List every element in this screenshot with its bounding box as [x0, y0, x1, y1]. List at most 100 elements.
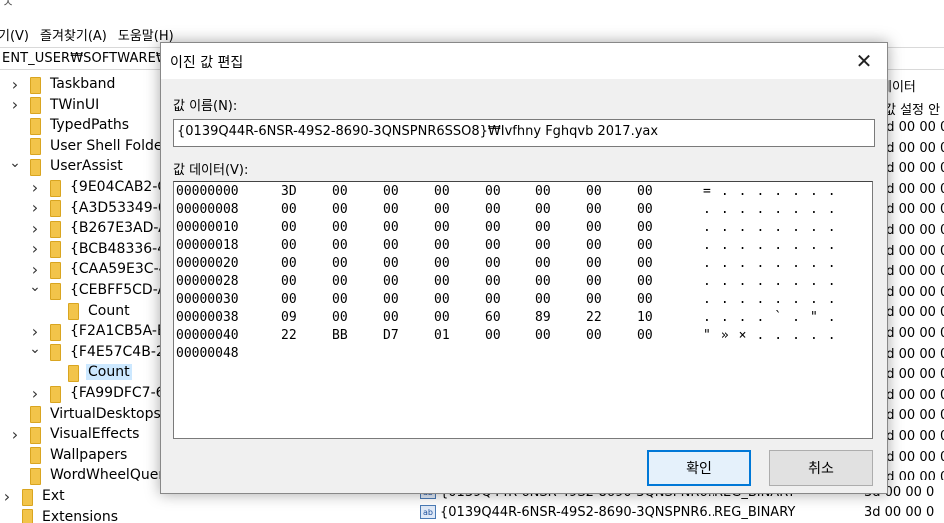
hex-byte[interactable]: 09	[281, 310, 297, 325]
hex-ascii[interactable]: =.......	[703, 184, 846, 199]
hex-ascii[interactable]: ........	[703, 292, 846, 307]
tree-node[interactable]: Count	[46, 301, 132, 321]
tree-node[interactable]: › {B267E3AD-A8	[28, 218, 179, 238]
hex-byte[interactable]: 00	[637, 292, 653, 307]
chevron-right-icon[interactable]: ›	[28, 178, 42, 197]
hex-byte[interactable]: 00	[637, 184, 653, 199]
hex-byte[interactable]: 60	[485, 310, 501, 325]
hex-byte[interactable]: 00	[485, 202, 501, 217]
chevron-right-icon[interactable]: ›	[28, 198, 42, 217]
hex-byte[interactable]: 00	[485, 256, 501, 271]
hex-byte[interactable]: 00	[586, 274, 602, 289]
hex-byte[interactable]: 00	[434, 202, 450, 217]
chevron-right-icon[interactable]: ›	[28, 219, 42, 238]
hex-ascii[interactable]: ........	[703, 202, 846, 217]
hex-byte[interactable]: 00	[535, 202, 551, 217]
tree-node[interactable]: User Shell Folders	[8, 136, 178, 156]
tree-node[interactable]: VirtualDesktops	[8, 404, 163, 424]
hex-ascii[interactable]: ........	[703, 256, 846, 271]
hex-ascii[interactable]: ....`.".	[703, 310, 846, 325]
hex-byte[interactable]: 00	[383, 274, 399, 289]
hex-byte[interactable]: 00	[637, 328, 653, 343]
hex-byte[interactable]: 00	[383, 310, 399, 325]
cancel-button[interactable]: 취소	[769, 450, 873, 486]
hex-byte[interactable]: 00	[535, 292, 551, 307]
chevron-right-icon[interactable]: ›	[28, 384, 42, 403]
hex-byte[interactable]: 00	[637, 220, 653, 235]
chevron-right-icon[interactable]: ›	[28, 260, 42, 279]
value-name-field[interactable]: {0139Q44R-6NSR-49S2-8690-3QNSPNR6SSO8}₩I…	[173, 119, 875, 147]
hex-byte[interactable]: 00	[637, 202, 653, 217]
hex-byte[interactable]: 00	[434, 274, 450, 289]
hex-byte[interactable]: 00	[485, 220, 501, 235]
chevron-right-icon[interactable]: ›	[28, 322, 42, 341]
hex-byte[interactable]: 00	[281, 202, 297, 217]
tree-node[interactable]: ⌄ {CEBFF5CD-AC	[28, 279, 179, 300]
tree-node[interactable]: WordWheelQuery	[8, 465, 174, 485]
hex-byte[interactable]: 00	[485, 274, 501, 289]
hex-byte[interactable]: 89	[535, 310, 551, 325]
hex-byte[interactable]: 00	[637, 256, 653, 271]
hex-byte[interactable]: 00	[586, 202, 602, 217]
ok-button[interactable]: 확인	[647, 450, 751, 486]
hex-byte[interactable]: 00	[383, 238, 399, 253]
hex-byte[interactable]: 00	[586, 256, 602, 271]
hex-byte[interactable]: 00	[383, 202, 399, 217]
chevron-right-icon[interactable]: ›	[28, 239, 42, 258]
hex-byte[interactable]: 00	[383, 292, 399, 307]
chevron-right-icon[interactable]: ›	[0, 487, 14, 506]
tree-node[interactable]: Count	[46, 362, 132, 382]
menu-item[interactable]: 즐겨찾기(A)	[36, 22, 114, 46]
tree-node[interactable]: › {CAA59E3C-47	[28, 259, 178, 279]
tree-node[interactable]: › VisualEffects	[8, 424, 141, 444]
tree-node[interactable]: ⌄ UserAssist	[8, 155, 125, 176]
hex-byte[interactable]: 00	[281, 292, 297, 307]
hex-byte[interactable]: 00	[434, 256, 450, 271]
hex-editor[interactable]: 00000000 3D 00 00 00 00 00 00 00 =....... 00000008…	[173, 181, 873, 439]
hex-byte[interactable]: 22	[586, 310, 602, 325]
list-item[interactable]: ab {0139Q44R-6NSR-49S2-8690-3QNSPNR6...RE…	[420, 502, 934, 522]
tree-node[interactable]: Wallpapers	[8, 445, 129, 465]
hex-byte[interactable]: 00	[485, 292, 501, 307]
tree-node[interactable]: TypedPaths	[8, 115, 131, 135]
hex-byte[interactable]: 00	[332, 238, 348, 253]
chevron-down-icon[interactable]: ⌄	[8, 155, 22, 171]
hex-byte[interactable]: 00	[332, 202, 348, 217]
hex-byte[interactable]: 00	[434, 310, 450, 325]
hex-byte[interactable]: 00	[281, 220, 297, 235]
hex-byte[interactable]: 10	[637, 310, 653, 325]
chevron-down-icon[interactable]: ⌄	[28, 279, 42, 295]
hex-byte[interactable]: 00	[586, 184, 602, 199]
tree-node[interactable]: › Ext	[0, 486, 67, 506]
hex-byte[interactable]: BB	[332, 328, 348, 343]
hex-ascii[interactable]: "»×.....	[703, 328, 846, 343]
hex-ascii[interactable]: ........	[703, 220, 846, 235]
hex-byte[interactable]: 00	[332, 256, 348, 271]
hex-byte[interactable]: D7	[383, 328, 399, 343]
hex-byte[interactable]: 00	[535, 220, 551, 235]
hex-byte[interactable]: 00	[535, 238, 551, 253]
tree-node[interactable]: Extensions	[0, 507, 120, 523]
hex-byte[interactable]: 00	[383, 220, 399, 235]
hex-byte[interactable]: 00	[332, 274, 348, 289]
tree-node[interactable]: › Taskband	[8, 74, 117, 94]
hex-byte[interactable]: 00	[535, 274, 551, 289]
tree-node[interactable]: › {FA99DFC7-6A	[28, 383, 176, 403]
hex-byte[interactable]: 00	[586, 292, 602, 307]
hex-byte[interactable]: 00	[535, 184, 551, 199]
hex-byte[interactable]: 00	[383, 256, 399, 271]
hex-byte[interactable]: 00	[485, 184, 501, 199]
hex-byte[interactable]: 00	[485, 238, 501, 253]
hex-byte[interactable]: 00	[434, 292, 450, 307]
hex-byte[interactable]: 22	[281, 328, 297, 343]
tree-node[interactable]: › TWinUI	[8, 95, 101, 115]
hex-ascii[interactable]: ........	[703, 274, 846, 289]
hex-byte[interactable]: 00	[586, 238, 602, 253]
hex-byte[interactable]: 3D	[281, 184, 297, 199]
hex-byte[interactable]: 00	[586, 220, 602, 235]
hex-byte[interactable]: 00	[586, 328, 602, 343]
hex-byte[interactable]: 00	[332, 292, 348, 307]
hex-byte[interactable]: 00	[281, 274, 297, 289]
hex-byte[interactable]: 00	[637, 238, 653, 253]
hex-byte[interactable]: 01	[434, 328, 450, 343]
